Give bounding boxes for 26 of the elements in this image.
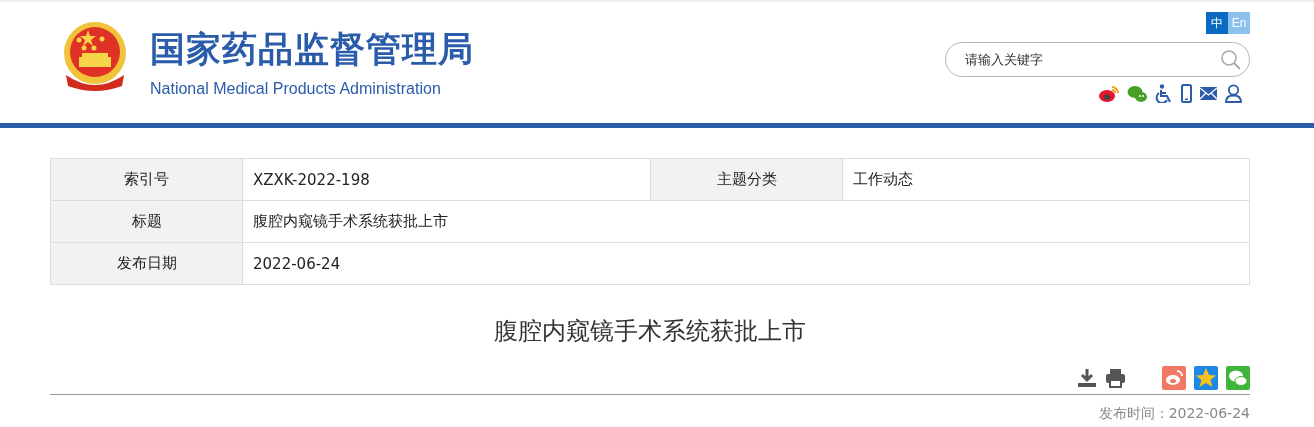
accessibility-icon[interactable] (1155, 84, 1173, 103)
weibo-share-icon[interactable] (1162, 366, 1186, 390)
article-title: 腹腔内窥镜手术系统获批上市 (493, 316, 807, 347)
language-toggle[interactable]: 中 (1206, 12, 1228, 34)
value-cell: 腹腔内窥镜手术系统获批上市 (243, 201, 1250, 243)
label-cell: 发布日期 (51, 243, 243, 285)
weibo-icon[interactable] (1099, 84, 1119, 103)
mobile-phone-icon[interactable] (1181, 84, 1192, 103)
label-cell: 主题分类 (651, 159, 843, 201)
wechat-share-icon[interactable] (1226, 366, 1250, 390)
download-icon[interactable] (1077, 368, 1097, 388)
print-icon[interactable] (1105, 368, 1126, 388)
label-cell: 标题 (51, 201, 243, 243)
site-subtitle: National Medical Products Administration (150, 79, 442, 99)
star-share-icon[interactable] (1194, 366, 1218, 390)
mail-icon[interactable] (1200, 87, 1217, 100)
site-title: 国家药品监督管理局 (150, 28, 474, 70)
label-cell: 索引号 (51, 159, 243, 201)
value-cell: 工作动态 (843, 159, 1250, 201)
search-field[interactable]: 请输入关键字 (945, 42, 1250, 77)
value-cell: 2022-06-24 (243, 243, 1250, 285)
user-icon[interactable] (1225, 84, 1242, 103)
emblem-logo (62, 20, 128, 92)
publish-date: 发布时间：2022-06-24 (1097, 405, 1250, 423)
wechat-icon[interactable] (1127, 84, 1147, 103)
value-cell: XZXK-2022-198 (243, 159, 651, 201)
